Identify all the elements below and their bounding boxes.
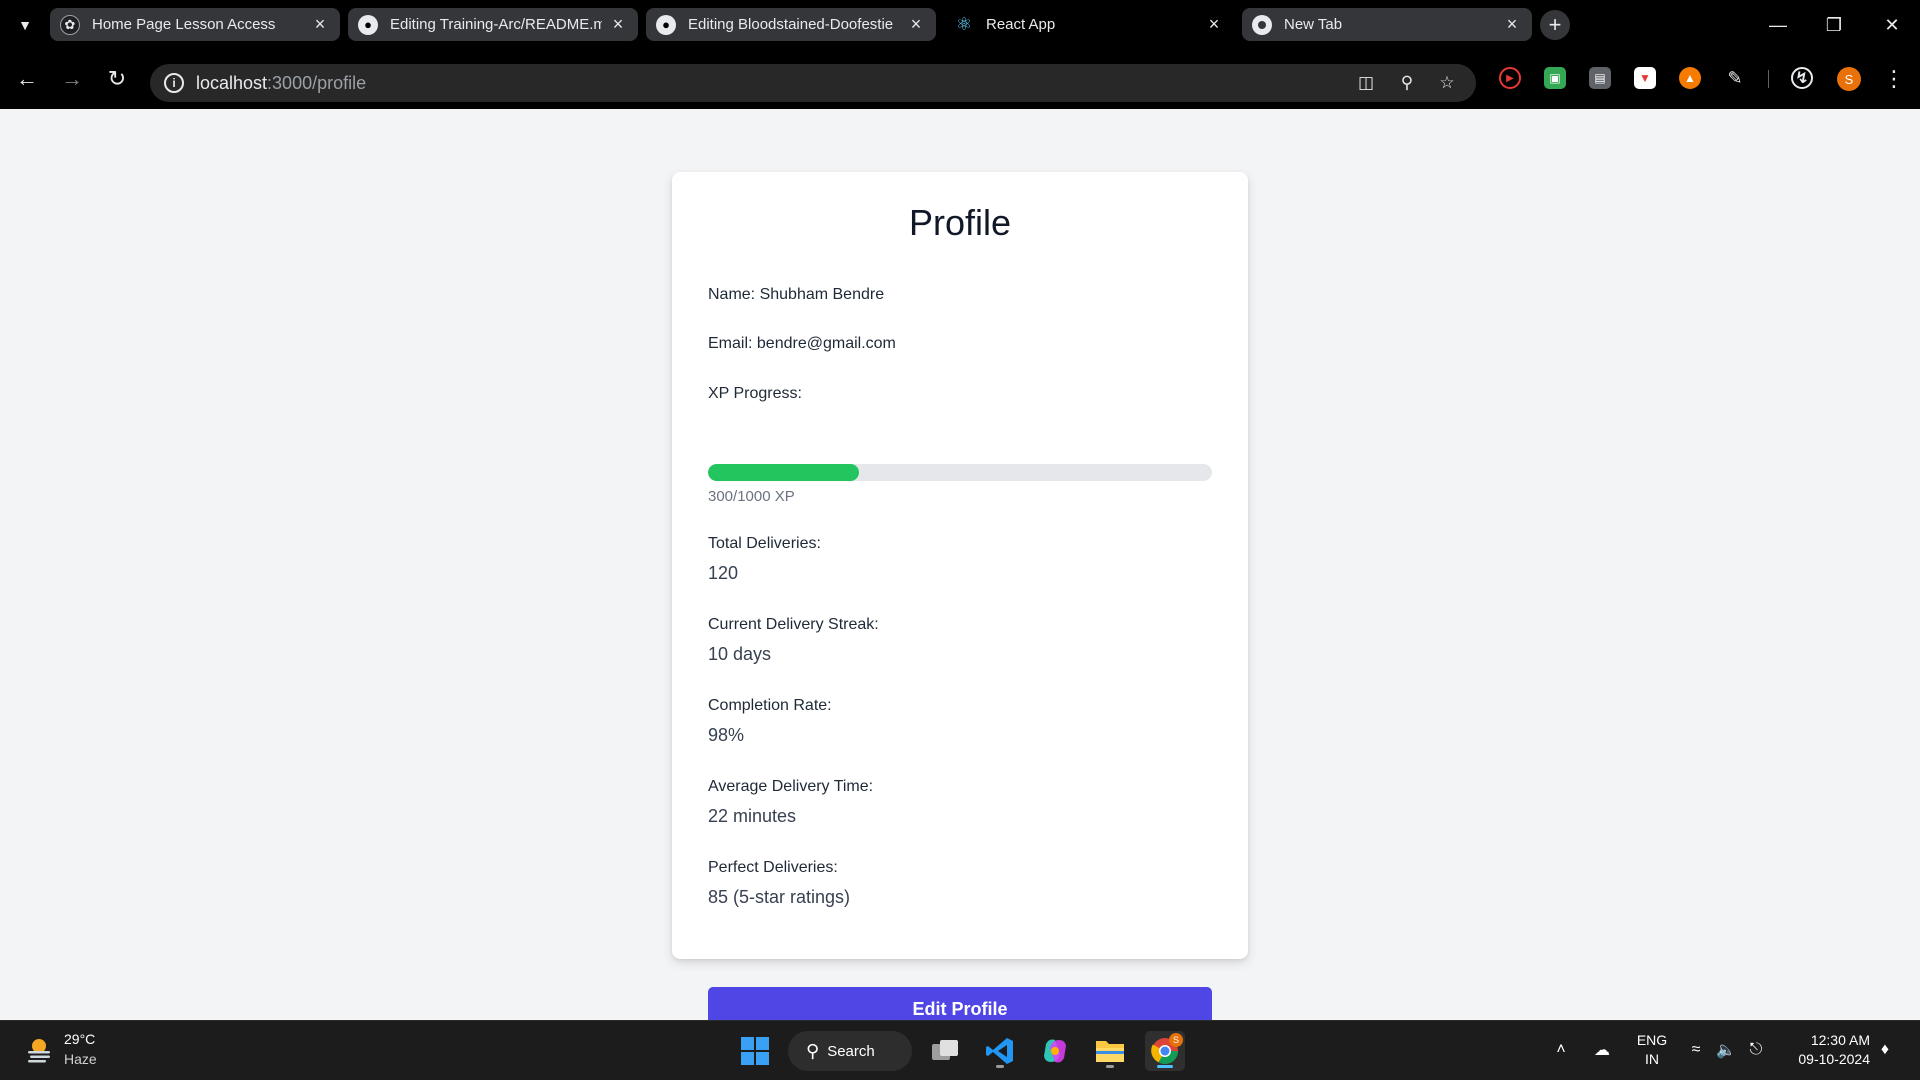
tab-home-page[interactable]: ✿ Home Page Lesson Access × — [50, 8, 340, 41]
xp-progress-bar — [708, 464, 1212, 481]
weather-temperature[interactable]: 29°C — [64, 1031, 95, 1047]
taskbar-search[interactable]: ⚲ Search — [788, 1031, 912, 1071]
close-icon[interactable]: × — [1204, 14, 1224, 35]
copilot-taskbar-button[interactable] — [1035, 1031, 1075, 1071]
profile-email: Email: bendre@gmail.com — [708, 335, 896, 352]
react-icon: ⚛ — [955, 14, 973, 34]
weather-condition[interactable]: Haze — [64, 1051, 97, 1067]
install-app-icon[interactable]: ◫ — [1353, 70, 1379, 96]
completion-rate-value: 98% — [708, 725, 745, 745]
running-indicator — [1106, 1065, 1114, 1068]
windows-logo-icon — [741, 1037, 769, 1065]
chrome-icon — [1252, 14, 1272, 35]
site-info-icon[interactable]: i — [164, 73, 184, 93]
back-icon[interactable]: ← — [10, 62, 44, 96]
taskbar: 29°C Haze ⚲ Search S ˄ ☁ ENG IN ≈ 🔈 ⎋ 12… — [0, 1020, 1920, 1080]
profile-name: Name: Shubham Bendre — [708, 286, 885, 303]
volume-icon[interactable]: 🔈 — [1713, 1035, 1739, 1065]
minimize-icon[interactable]: — — [1750, 0, 1806, 50]
xp-progress-label: XP Progress: — [708, 385, 802, 402]
profile-card: Profile Name: Shubham Bendre Email: bend… — [672, 172, 1248, 1032]
clock-date: 09-10-2024 — [1798, 1051, 1870, 1067]
xp-progress-fill — [708, 464, 860, 481]
url-text: localhost:3000/profile — [196, 73, 367, 93]
toolbar-divider — [1768, 70, 1769, 88]
perfect-deliveries-value: 85 (5-star ratings) — [708, 887, 851, 907]
performance-icon[interactable]: ↯ — [1791, 67, 1813, 89]
tab-search-chevron-icon[interactable]: ▼ — [10, 10, 40, 40]
clock-time: 12:30 AM — [1810, 1032, 1870, 1048]
tab-training-arc[interactable]: ● Editing Training-Arc/README.m × — [348, 8, 638, 41]
tab-title: Editing Bloodstained-Doofestie — [688, 16, 894, 33]
menu-kebab-icon[interactable]: ⋮ — [1882, 64, 1906, 94]
avg-delivery-time-label: Average Delivery Time: — [708, 778, 874, 795]
close-icon[interactable]: × — [906, 14, 926, 35]
battery-charging-icon[interactable]: ⎋ — [1743, 1035, 1769, 1065]
youtube-ext-icon[interactable]: ▶ — [1499, 67, 1521, 89]
tab-title: Home Page Lesson Access — [92, 16, 276, 33]
file-explorer-icon — [1096, 1041, 1124, 1062]
extension-orange-icon[interactable]: ▲ — [1679, 67, 1701, 89]
weather-haze-icon[interactable] — [24, 1035, 54, 1065]
extension-green-icon[interactable]: ▣ — [1544, 67, 1566, 89]
github-icon: ● — [656, 14, 676, 35]
running-indicator — [996, 1065, 1004, 1068]
github-icon: ● — [358, 14, 378, 35]
chrome-taskbar-button[interactable]: S — [1145, 1031, 1185, 1071]
zoom-icon[interactable]: ⚲ — [1394, 70, 1420, 96]
page-viewport: Profile Name: Shubham Bendre Email: bend… — [0, 109, 1920, 1032]
pocket-ext-icon[interactable]: ▼ — [1634, 67, 1656, 89]
vscode-icon — [986, 1038, 1013, 1064]
total-deliveries-label: Total Deliveries: — [708, 535, 821, 552]
openai-icon: ✿ — [60, 14, 80, 35]
close-icon[interactable]: × — [608, 14, 628, 35]
tab-new-tab[interactable]: New Tab × — [1242, 8, 1532, 41]
search-label: Search — [827, 1042, 875, 1060]
forward-icon[interactable]: → — [55, 62, 89, 96]
copilot-icon — [1044, 1039, 1066, 1063]
completion-rate-label: Completion Rate: — [708, 697, 832, 714]
page-title: Profile — [908, 202, 1012, 243]
tab-title: Editing Training-Arc/README.m — [390, 16, 602, 33]
avg-delivery-time-value: 22 minutes — [708, 806, 797, 826]
region-code: IN — [1645, 1051, 1659, 1067]
chrome-profile-badge: S — [1169, 1033, 1183, 1047]
delivery-streak-value: 10 days — [708, 644, 772, 664]
active-indicator — [1157, 1065, 1173, 1068]
window-close-icon[interactable]: ✕ — [1864, 0, 1920, 50]
vscode-taskbar-button[interactable] — [980, 1031, 1020, 1071]
profile-avatar[interactable]: S — [1837, 67, 1861, 91]
restore-icon[interactable]: ❐ — [1806, 0, 1862, 50]
language-indicator[interactable]: ENG IN — [1634, 1031, 1670, 1069]
tab-bloodstained[interactable]: ● Editing Bloodstained-Doofestie × — [646, 8, 936, 41]
tab-react-app[interactable]: ⚛ React App × — [944, 8, 1234, 41]
task-view-icon — [932, 1040, 958, 1060]
onedrive-cloud-icon[interactable]: ☁ — [1589, 1035, 1615, 1065]
perfect-deliveries-label: Perfect Deliveries: — [708, 859, 838, 876]
close-icon[interactable]: × — [1502, 14, 1522, 35]
search-icon: ⚲ — [806, 1040, 820, 1061]
system-clock[interactable]: 12:30 AM 09-10-2024 — [1780, 1031, 1870, 1069]
file-explorer-taskbar-button[interactable] — [1090, 1031, 1130, 1071]
total-deliveries-value: 120 — [708, 563, 739, 583]
extension-printer-icon[interactable]: ▤ — [1589, 67, 1611, 89]
show-hidden-icons-chevron-icon[interactable]: ˄ — [1548, 1035, 1574, 1065]
new-tab-button[interactable]: + — [1540, 10, 1570, 40]
extensions-puzzle-icon[interactable]: ✎ — [1724, 67, 1746, 89]
tab-strip: ▼ ✿ Home Page Lesson Access × ● Editing … — [0, 0, 1920, 50]
tab-title: New Tab — [1284, 16, 1343, 33]
xp-progress-text: 300/1000 XP — [708, 488, 795, 505]
wifi-icon[interactable]: ≈ — [1683, 1035, 1709, 1065]
delivery-streak-label: Current Delivery Streak: — [708, 616, 879, 633]
language-code: ENG — [1636, 1032, 1668, 1048]
task-view-button[interactable] — [925, 1031, 965, 1071]
close-icon[interactable]: × — [310, 14, 330, 35]
address-bar[interactable]: i localhost:3000/profile ◫ ⚲ ☆ — [150, 64, 1476, 102]
tab-title: React App — [986, 16, 1056, 33]
bookmark-star-icon[interactable]: ☆ — [1434, 70, 1460, 96]
notification-bell-icon[interactable]: ♦ — [1874, 1037, 1896, 1063]
start-button[interactable] — [735, 1031, 775, 1071]
reload-icon[interactable]: ↻ — [100, 62, 134, 96]
